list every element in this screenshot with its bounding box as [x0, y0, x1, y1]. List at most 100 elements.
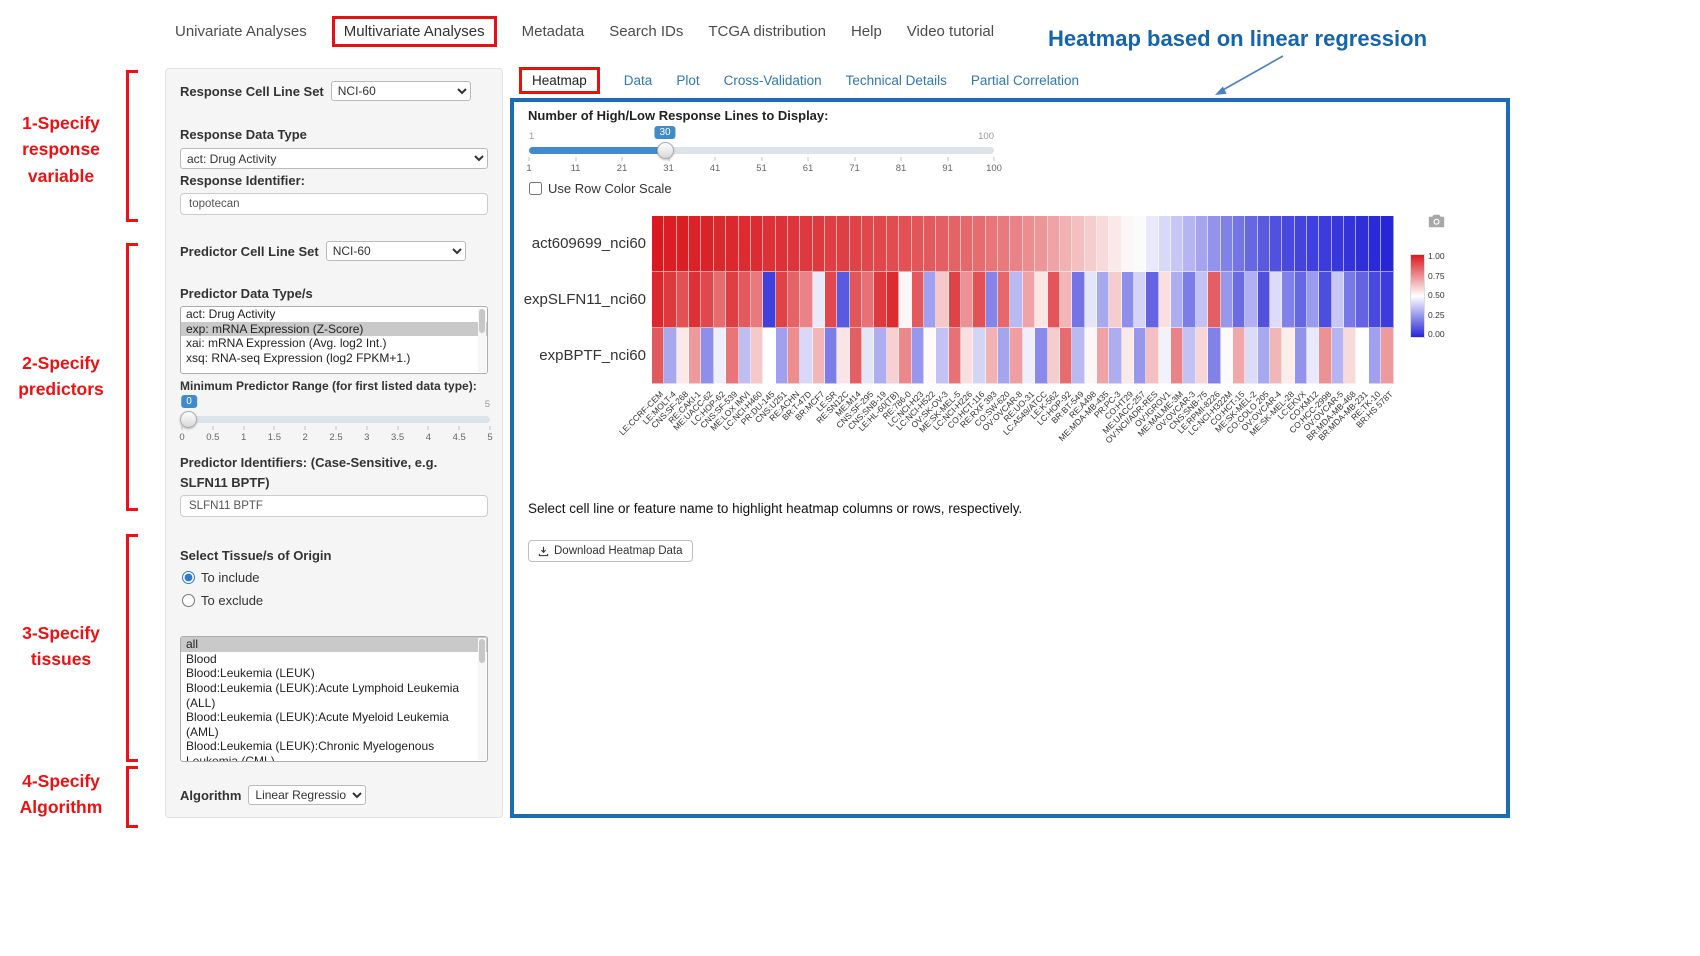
- nav-item-tcga-distribution[interactable]: TCGA distribution: [708, 23, 826, 40]
- heatmap-cell[interactable]: [1035, 272, 1047, 328]
- slider-track[interactable]: [182, 416, 490, 423]
- heatmap-cell[interactable]: [1270, 216, 1282, 272]
- tissue-option[interactable]: Blood:Leukemia (LEUK):Chronic Myelogenou…: [181, 739, 487, 762]
- nav-item-metadata[interactable]: Metadata: [522, 23, 585, 40]
- response-identifier-input[interactable]: [180, 193, 488, 215]
- heatmap-cell[interactable]: [1196, 216, 1208, 272]
- heatmap-cell[interactable]: [1183, 328, 1195, 384]
- tab-cross-validation[interactable]: Cross-Validation: [724, 73, 822, 88]
- scrollbar-thumb[interactable]: [479, 639, 485, 663]
- heatmap-cell[interactable]: [862, 272, 874, 328]
- heatmap-cell[interactable]: [1171, 216, 1183, 272]
- heatmap-cell[interactable]: [664, 272, 676, 328]
- heatmap-cell[interactable]: [1134, 328, 1146, 384]
- heatmap-cell[interactable]: [887, 272, 899, 328]
- heatmap-cell[interactable]: [1295, 272, 1307, 328]
- heatmap-cell[interactable]: [837, 272, 849, 328]
- heatmap-cell[interactable]: [1023, 216, 1035, 272]
- heatmap-cell[interactable]: [714, 328, 726, 384]
- heatmap-cell[interactable]: [763, 272, 775, 328]
- heatmap-cell[interactable]: [1072, 328, 1084, 384]
- heatmap-cell[interactable]: [986, 328, 998, 384]
- heatmap-cell[interactable]: [973, 272, 985, 328]
- heatmap-cell[interactable]: [961, 328, 973, 384]
- heatmap-cell[interactable]: [1196, 328, 1208, 384]
- heatmap-cell[interactable]: [874, 216, 886, 272]
- heatmap-cell[interactable]: [899, 216, 911, 272]
- heatmap-cell[interactable]: [1048, 216, 1060, 272]
- heatmap-cell[interactable]: [887, 328, 899, 384]
- heatmap-cell[interactable]: [1122, 328, 1134, 384]
- heatmap-cell[interactable]: [1023, 272, 1035, 328]
- heatmap-cell[interactable]: [1369, 328, 1381, 384]
- min-predictor-range-slider[interactable]: 0 5 00.511.522.533.544.55: [182, 397, 490, 447]
- heatmap-cell[interactable]: [850, 328, 862, 384]
- heatmap-cell[interactable]: [887, 216, 899, 272]
- heatmap-cell[interactable]: [924, 328, 936, 384]
- predictor-data-type-option[interactable]: exp: mRNA Expression (Z-Score): [181, 322, 487, 337]
- heatmap-cell[interactable]: [1332, 328, 1344, 384]
- tab-plot[interactable]: Plot: [676, 73, 699, 88]
- heatmap-cell[interactable]: [813, 328, 825, 384]
- heatmap-cell[interactable]: [1245, 328, 1257, 384]
- heatmap-cell[interactable]: [1134, 216, 1146, 272]
- predictor-data-type-option[interactable]: xsq: RNA-seq Expression (log2 FPKM+1.): [181, 351, 487, 366]
- heatmap-cell[interactable]: [850, 272, 862, 328]
- heatmap-cell[interactable]: [825, 216, 837, 272]
- heatmap-cell[interactable]: [1356, 216, 1368, 272]
- heatmap-cell[interactable]: [664, 216, 676, 272]
- tissue-option[interactable]: Blood:Leukemia (LEUK): [181, 666, 487, 681]
- slider-handle[interactable]: [180, 411, 197, 428]
- heatmap-cell[interactable]: [751, 216, 763, 272]
- heatmap-cell[interactable]: [1295, 216, 1307, 272]
- slider-handle[interactable]: [657, 142, 674, 159]
- heatmap-cell[interactable]: [664, 328, 676, 384]
- heatmap-cell[interactable]: [726, 272, 738, 328]
- heatmap-cell[interactable]: [1356, 328, 1368, 384]
- heatmap-cell[interactable]: [677, 216, 689, 272]
- heatmap-cell[interactable]: [763, 328, 775, 384]
- heatmap-cell[interactable]: [1344, 272, 1356, 328]
- heatmap-cell[interactable]: [961, 216, 973, 272]
- heatmap-cell[interactable]: [973, 328, 985, 384]
- heatmap-cell[interactable]: [1258, 328, 1270, 384]
- heatmap-cell[interactable]: [751, 328, 763, 384]
- tissue-option[interactable]: Blood:Leukemia (LEUK):Acute Lymphoid Leu…: [181, 681, 487, 710]
- heatmap-row-label[interactable]: act609699_nci60: [514, 216, 646, 272]
- tissue-exclude-radio[interactable]: [182, 594, 195, 607]
- heatmap-cell[interactable]: [1369, 216, 1381, 272]
- heatmap-row-label[interactable]: expBPTF_nci60: [514, 328, 646, 384]
- heatmap-cell[interactable]: [1146, 328, 1158, 384]
- predictor-cell-line-set-select[interactable]: NCI-60: [326, 241, 466, 261]
- heatmap-cell[interactable]: [776, 216, 788, 272]
- heatmap-cell[interactable]: [874, 272, 886, 328]
- tissue-listbox[interactable]: allBloodBlood:Leukemia (LEUK)Blood:Leuke…: [180, 636, 488, 762]
- heatmap-cell[interactable]: [1282, 216, 1294, 272]
- download-heatmap-data-button[interactable]: Download Heatmap Data: [528, 540, 693, 562]
- nav-item-multivariate-analyses[interactable]: Multivariate Analyses: [332, 16, 497, 47]
- response-data-type-select[interactable]: act: Drug Activity: [180, 148, 488, 169]
- heatmap-cell[interactable]: [1109, 272, 1121, 328]
- lines-slider[interactable]: 1 100 30 1112131415161718191100: [529, 128, 994, 178]
- heatmap-cell[interactable]: [739, 272, 751, 328]
- tissue-include-radio[interactable]: [182, 571, 195, 584]
- heatmap-cell[interactable]: [1319, 216, 1331, 272]
- heatmap-row-label[interactable]: expSLFN11_nci60: [514, 272, 646, 328]
- heatmap-cell[interactable]: [1085, 272, 1097, 328]
- heatmap-cell[interactable]: [1159, 272, 1171, 328]
- heatmap-cell[interactable]: [986, 272, 998, 328]
- heatmap-cell[interactable]: [899, 272, 911, 328]
- heatmap-cell[interactable]: [1183, 272, 1195, 328]
- heatmap-cell[interactable]: [776, 272, 788, 328]
- heatmap-cell[interactable]: [998, 328, 1010, 384]
- heatmap-cell[interactable]: [701, 216, 713, 272]
- heatmap-cell[interactable]: [912, 328, 924, 384]
- heatmap-cell[interactable]: [1208, 272, 1220, 328]
- heatmap-cell[interactable]: [1196, 272, 1208, 328]
- heatmap-cell[interactable]: [652, 216, 664, 272]
- listbox-scrollbar[interactable]: [478, 308, 486, 372]
- heatmap-cell[interactable]: [1097, 328, 1109, 384]
- heatmap-cell[interactable]: [1109, 328, 1121, 384]
- heatmap-cell[interactable]: [701, 272, 713, 328]
- heatmap-cell[interactable]: [949, 272, 961, 328]
